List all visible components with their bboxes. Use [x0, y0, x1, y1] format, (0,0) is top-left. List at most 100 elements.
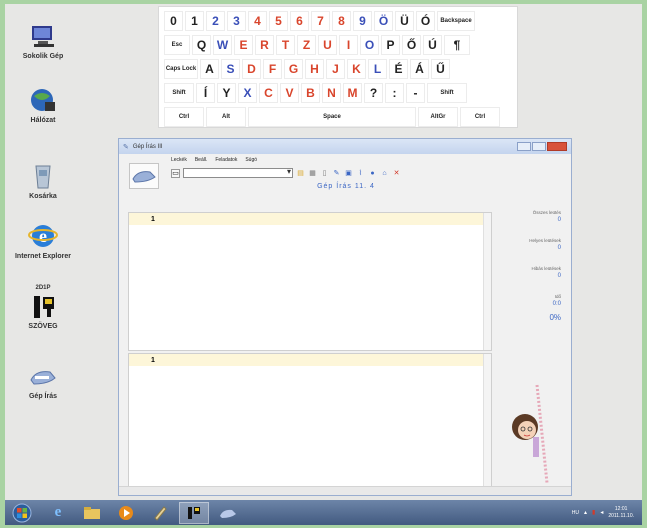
key-ű[interactable]: Ű: [431, 59, 450, 79]
key-e[interactable]: E: [234, 35, 253, 55]
edit-icon[interactable]: ✎: [332, 169, 341, 178]
volume-tray-icon[interactable]: ◂: [600, 509, 603, 516]
folder-icon[interactable]: ▭: [171, 168, 180, 178]
language-indicator[interactable]: HU: [572, 510, 579, 516]
key-l[interactable]: L: [368, 59, 387, 79]
key-j[interactable]: J: [326, 59, 345, 79]
minimize-button[interactable]: [517, 142, 531, 151]
key-8[interactable]: 8: [332, 11, 351, 31]
stop-icon[interactable]: ✕: [392, 169, 401, 178]
window-titlebar[interactable]: ✎ Gép Írás III: [119, 139, 571, 154]
menu-tasks[interactable]: Feladatok: [215, 157, 237, 163]
home-icon[interactable]: ⌂: [380, 169, 389, 178]
key-a[interactable]: A: [200, 59, 219, 79]
key-5[interactable]: 5: [269, 11, 288, 31]
key-3[interactable]: 3: [227, 11, 246, 31]
key-i[interactable]: I: [339, 35, 358, 55]
key-f[interactable]: F: [263, 59, 282, 79]
key-í[interactable]: Í: [196, 83, 215, 103]
open-folder-icon[interactable]: ▤: [296, 169, 305, 178]
tray-arrow-icon[interactable]: ▴: [584, 509, 587, 516]
key-s[interactable]: S: [221, 59, 240, 79]
chart-icon[interactable]: ⌇: [356, 169, 365, 178]
key-r[interactable]: R: [255, 35, 274, 55]
key-4[interactable]: 4: [248, 11, 267, 31]
typing-input-pane[interactable]: 1: [128, 353, 492, 487]
menu-settings[interactable]: Beáll.: [195, 157, 208, 163]
key-v[interactable]: V: [280, 83, 299, 103]
key-é[interactable]: É: [389, 59, 408, 79]
taskbar-typing-tutor[interactable]: [213, 502, 243, 524]
key-g[interactable]: G: [284, 59, 303, 79]
desktop-icon-computer[interactable]: Sokolik Gép: [13, 22, 73, 61]
network-tray-icon[interactable]: ▮: [592, 509, 595, 516]
key-2[interactable]: 2: [206, 11, 225, 31]
menu-lessons[interactable]: Leckék: [171, 157, 187, 163]
grid-icon[interactable]: ▦: [308, 169, 317, 178]
key-space[interactable]: Space: [248, 107, 416, 127]
key-backspace[interactable]: Backspace: [437, 11, 475, 31]
taskbar-media-player[interactable]: [111, 502, 141, 524]
desktop-icon-recycle-bin[interactable]: Kosárka: [13, 162, 73, 201]
key-ctrl[interactable]: Ctrl: [164, 107, 204, 127]
maximize-button[interactable]: [532, 142, 546, 151]
lesson-select[interactable]: [183, 167, 293, 178]
key-d[interactable]: D: [242, 59, 261, 79]
key-n[interactable]: N: [322, 83, 341, 103]
start-button[interactable]: [5, 502, 39, 524]
key-o[interactable]: O: [360, 35, 379, 55]
key-b[interactable]: B: [301, 83, 320, 103]
new-document-icon[interactable]: ▯: [320, 169, 329, 178]
desktop-icon-internet-explorer[interactable]: e Internet Explorer: [13, 222, 73, 261]
key-ö[interactable]: Ö: [374, 11, 393, 31]
key-c[interactable]: C: [259, 83, 278, 103]
clock[interactable]: 12:01 2011.11.10.: [608, 506, 634, 520]
key-h[interactable]: H: [305, 59, 324, 79]
info-icon[interactable]: ●: [368, 169, 377, 178]
key-ú[interactable]: Ú: [423, 35, 442, 55]
desktop-icon-typing-tutor[interactable]: Gép Írás: [13, 362, 73, 401]
key-t[interactable]: T: [276, 35, 295, 55]
key-m[interactable]: M: [343, 83, 362, 103]
key-esc[interactable]: Esc: [164, 35, 190, 55]
key-ó[interactable]: Ó: [416, 11, 435, 31]
key-y[interactable]: Y: [217, 83, 236, 103]
key-k[interactable]: K: [347, 59, 366, 79]
key-altgr[interactable]: AltGr: [418, 107, 458, 127]
key-7[interactable]: 7: [311, 11, 330, 31]
save-icon[interactable]: ▣: [344, 169, 353, 178]
typing-input-scrollbar[interactable]: [483, 354, 491, 486]
key-6[interactable]: 6: [290, 11, 309, 31]
key-x[interactable]: X: [238, 83, 257, 103]
key-w[interactable]: W: [213, 35, 232, 55]
key-1[interactable]: 1: [185, 11, 204, 31]
key-ctrl[interactable]: Ctrl: [460, 107, 500, 127]
taskbar-typewriter-app[interactable]: [179, 501, 209, 524]
key--[interactable]: -: [406, 83, 425, 103]
key-alt[interactable]: Alt: [206, 107, 246, 127]
close-button[interactable]: [547, 142, 567, 151]
key-á[interactable]: Á: [410, 59, 429, 79]
key-ü[interactable]: Ü: [395, 11, 414, 31]
key-ő[interactable]: Ő: [402, 35, 421, 55]
taskbar-internet-explorer[interactable]: e: [43, 502, 73, 524]
key-q[interactable]: Q: [192, 35, 211, 55]
key-9[interactable]: 9: [353, 11, 372, 31]
key-shift[interactable]: Shift: [164, 83, 194, 103]
taskbar-file-explorer[interactable]: [77, 502, 107, 524]
key-shift[interactable]: Shift: [427, 83, 467, 103]
typewriter-app-icon: [28, 292, 58, 320]
key-0[interactable]: 0: [164, 11, 183, 31]
desktop-icon-typewriter-app[interactable]: 2D1P SZÖVEG: [13, 284, 73, 331]
sample-text-scrollbar[interactable]: [483, 213, 491, 350]
taskbar-paint[interactable]: [145, 502, 175, 524]
key-¶[interactable]: ¶: [444, 35, 470, 55]
desktop-icon-network[interactable]: Hálózat: [13, 86, 73, 125]
key-caps-lock[interactable]: Caps Lock: [164, 59, 198, 79]
menu-help[interactable]: Súgó: [245, 157, 257, 163]
key-:[interactable]: :: [385, 83, 404, 103]
key-u[interactable]: U: [318, 35, 337, 55]
key-p[interactable]: P: [381, 35, 400, 55]
key-?[interactable]: ?: [364, 83, 383, 103]
key-z[interactable]: Z: [297, 35, 316, 55]
